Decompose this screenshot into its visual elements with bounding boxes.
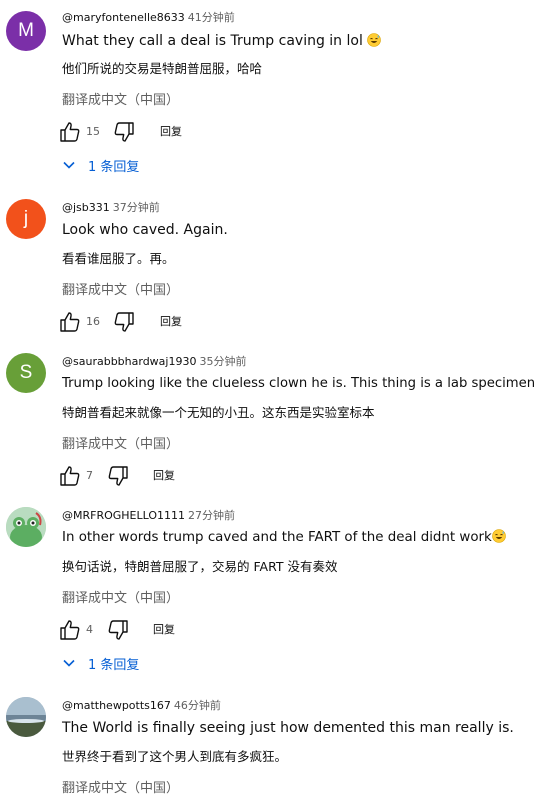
comment-text: What they call a deal is Trump caving in… xyxy=(62,32,382,50)
username-link[interactable]: @maryfontenelle8633 xyxy=(62,11,185,24)
comment-translation: 特朗普看起来就像一个无知的小丑。这东西是实验室标本 xyxy=(62,405,375,420)
comment-translation: 他们所说的交易是特朗普屈服，哈哈 xyxy=(62,61,263,76)
thumb-down-icon[interactable] xyxy=(106,464,130,488)
timestamp[interactable]: 27分钟前 xyxy=(188,509,235,522)
comment-text-en: What they call a deal is Trump caving in… xyxy=(62,33,363,49)
thumb-down-icon[interactable] xyxy=(106,618,130,642)
translate-link[interactable]: 翻译成中文（中国） xyxy=(62,283,179,299)
avatar-letter: j xyxy=(23,208,29,229)
avatar[interactable]: j xyxy=(6,199,46,239)
translate-link[interactable]: 翻译成中文（中国） xyxy=(62,591,179,607)
landscape-avatar-image xyxy=(6,697,46,737)
timestamp[interactable]: 46分钟前 xyxy=(174,699,221,712)
comment-header: @MRFROGHELLO1111 27分钟前 xyxy=(62,509,235,523)
username-link[interactable]: @saurabbbhardwaj1930 xyxy=(62,355,196,368)
like-count: 7 xyxy=(86,469,93,482)
replies-label: 1 条回复 xyxy=(88,657,140,673)
avatar[interactable]: M xyxy=(6,11,46,51)
thumb-up-icon[interactable] xyxy=(58,120,82,144)
comment-translation: 看看谁屈服了。再。 xyxy=(62,251,175,266)
thumb-up-icon[interactable] xyxy=(58,310,82,334)
comment-text-en: Look who caved. Again. xyxy=(62,222,228,238)
comment-actions: 7 回复 xyxy=(58,464,358,488)
like-count: 15 xyxy=(86,125,100,138)
avatar-letter: M xyxy=(18,20,34,41)
like-count: 4 xyxy=(86,623,93,636)
comment-translation: 换句话说，特朗普屈服了，交易的 FART 没有奏效 xyxy=(62,559,338,574)
reply-button[interactable]: 回复 xyxy=(160,124,182,140)
timestamp[interactable]: 37分钟前 xyxy=(113,201,160,214)
comment-text-en: Trump looking like the clueless clown he… xyxy=(62,376,536,391)
like-count: 16 xyxy=(86,315,100,328)
chevron-down-icon xyxy=(63,659,75,667)
thumb-down-icon[interactable] xyxy=(112,310,136,334)
comment-header: @saurabbbhardwaj1930 35分钟前 xyxy=(62,355,246,369)
comment-text: In other words trump caved and the FART … xyxy=(62,529,506,547)
thumb-up-icon[interactable] xyxy=(58,618,82,642)
thumb-up-icon[interactable] xyxy=(58,464,82,488)
replies-label: 1 条回复 xyxy=(88,159,140,175)
timestamp[interactable]: 35分钟前 xyxy=(199,355,246,368)
comment-header: @maryfontenelle8633 41分钟前 xyxy=(62,11,235,25)
comment-header: @matthewpotts167 46分钟前 xyxy=(62,699,221,713)
comment-translation: 世界终于看到了这个男人到底有多疯狂。 xyxy=(62,749,288,764)
grinning-sweat-emoji-icon xyxy=(492,529,506,543)
avatar[interactable]: S xyxy=(6,353,46,393)
avatar[interactable] xyxy=(6,507,46,547)
view-replies-button[interactable]: 1 条回复 xyxy=(62,653,139,673)
avatar[interactable] xyxy=(6,697,46,737)
username-link[interactable]: @MRFROGHELLO1111 xyxy=(62,509,185,522)
reply-button[interactable]: 回复 xyxy=(153,468,175,484)
view-replies-button[interactable]: 1 条回复 xyxy=(62,155,139,175)
comment-text-en: The World is finally seeing just how dem… xyxy=(62,720,514,736)
timestamp[interactable]: 41分钟前 xyxy=(188,11,235,24)
username-link[interactable]: @jsb331 xyxy=(62,201,110,214)
username-link[interactable]: @matthewpotts167 xyxy=(62,699,171,712)
chevron-down-icon xyxy=(63,161,75,169)
reply-button[interactable]: 回复 xyxy=(153,622,175,638)
translate-link[interactable]: 翻译成中文（中国） xyxy=(62,93,179,109)
frog-avatar-image xyxy=(6,507,46,547)
translate-link[interactable]: 翻译成中文（中国） xyxy=(62,781,179,797)
translate-link[interactable]: 翻译成中文（中国） xyxy=(62,437,179,453)
comment-text-en: In other words trump caved and the FART … xyxy=(62,530,492,545)
comment-header: @jsb331 37分钟前 xyxy=(62,201,160,215)
grinning-sweat-emoji-icon xyxy=(367,33,382,47)
reply-button[interactable]: 回复 xyxy=(160,314,182,330)
comment-actions: 16 回复 xyxy=(58,310,358,334)
comment-actions: 4 回复 xyxy=(58,618,358,642)
comment-actions: 15 回复 xyxy=(58,120,358,144)
avatar-letter: S xyxy=(19,362,33,383)
thumb-down-icon[interactable] xyxy=(112,120,136,144)
